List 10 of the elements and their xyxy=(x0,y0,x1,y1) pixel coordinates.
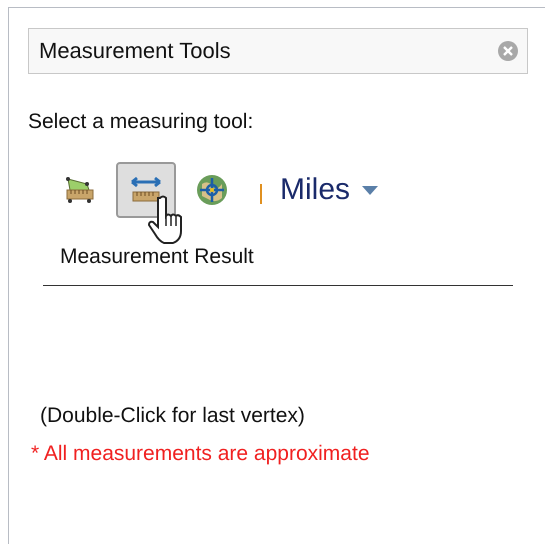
prompt-text: Select a measuring tool: xyxy=(28,110,254,134)
unit-dropdown[interactable]: Miles xyxy=(280,173,378,207)
result-label: Measurement Result xyxy=(60,245,255,269)
note-text: * All measurements are approximate xyxy=(31,442,370,466)
distance-tool-button[interactable] xyxy=(116,162,176,218)
hint-text: (Double-Click for last vertex) xyxy=(40,404,306,428)
globe-crosshair-icon xyxy=(196,174,228,206)
caret-icon xyxy=(362,186,378,194)
search-field[interactable]: Measurement Tools xyxy=(28,28,528,74)
area-ruler-icon xyxy=(65,176,95,204)
